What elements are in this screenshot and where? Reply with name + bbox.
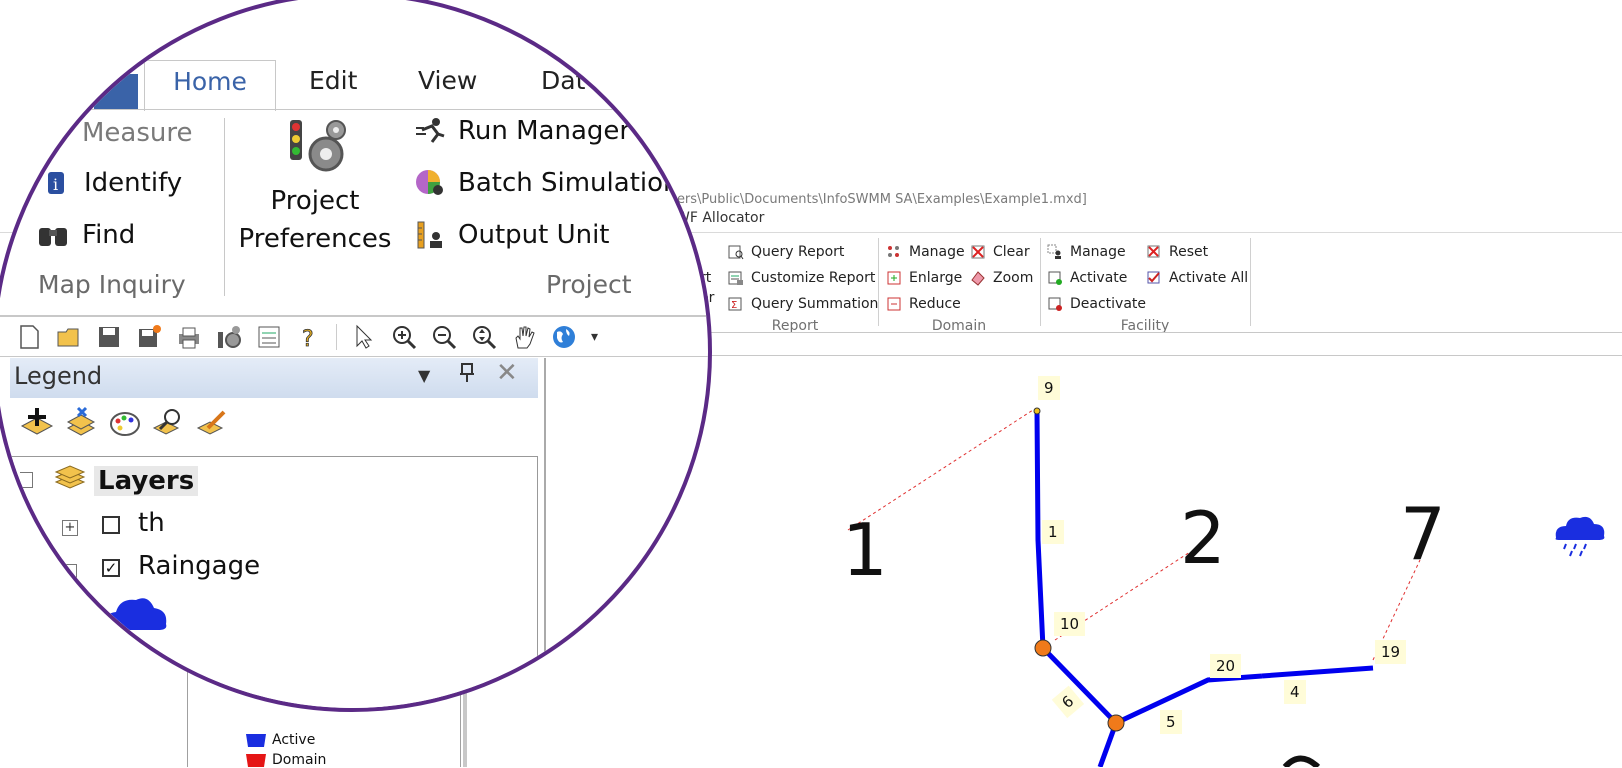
tab-strip-divider — [0, 109, 708, 110]
run-manager-label: Run Manager — [458, 116, 631, 146]
junction-10 — [1034, 639, 1052, 657]
layer-th-expand-toggle[interactable]: + — [62, 520, 78, 536]
node-label-20[interactable]: 20 — [1210, 654, 1242, 678]
print-icon[interactable] — [176, 324, 202, 350]
subcatchment-label-7[interactable]: 7 — [1400, 492, 1446, 576]
properties-icon[interactable] — [216, 324, 242, 350]
subcatchment-partial-label — [1282, 755, 1321, 767]
svg-text:?: ? — [302, 327, 314, 350]
layer-edit-icon[interactable] — [196, 406, 240, 444]
report-icon[interactable] — [256, 324, 282, 350]
layers-collapse-toggle[interactable] — [20, 472, 33, 488]
group-separator — [224, 118, 225, 296]
save-as-icon[interactable] — [136, 324, 162, 350]
active-facility-icon — [246, 734, 266, 747]
tab-home[interactable]: Home — [144, 60, 276, 111]
batch-simulation-button[interactable]: Batch Simulation — [414, 168, 680, 198]
standard-toolbar: ? ▾ — [16, 324, 598, 353]
layer-search-icon[interactable] — [152, 406, 196, 444]
output-unit-icon — [417, 221, 442, 249]
legend-splitter[interactable] — [544, 358, 546, 708]
layer-tree — [10, 456, 538, 708]
subcatchment-label-1[interactable]: 1 — [842, 508, 888, 592]
link-label-5[interactable]: 5 — [1160, 710, 1182, 734]
layer-raingage-label[interactable]: Raingage — [138, 551, 260, 581]
add-layer-icon[interactable] — [20, 406, 64, 444]
tab-data[interactable]: Dat — [541, 66, 585, 95]
legend-active-label: Active — [272, 732, 316, 748]
layer-raingage-collapse-toggle[interactable] — [62, 564, 77, 580]
zoom-extent-icon[interactable] — [471, 324, 497, 350]
find-button[interactable]: Find — [36, 220, 135, 250]
legend-close-icon[interactable]: ✕ — [496, 358, 518, 388]
layers-root-label[interactable]: Layers — [94, 466, 199, 496]
legend-dropdown-icon[interactable]: ▼ — [418, 366, 430, 385]
node-label-9[interactable]: 9 — [1038, 376, 1060, 400]
find-label: Find — [82, 220, 136, 250]
run-manager-icon — [416, 118, 445, 143]
new-file-icon[interactable] — [16, 324, 42, 350]
identify-icon: i — [48, 172, 64, 194]
conduit-4 — [1261, 665, 1374, 679]
tab-home-label: Home — [173, 67, 247, 96]
junction-outlet — [1107, 714, 1125, 732]
toolbar-divider — [0, 356, 708, 357]
batch-simulation-label: Batch Simulation — [458, 168, 680, 198]
help-icon[interactable]: ? — [296, 324, 322, 353]
measure-label: Measure — [82, 118, 193, 148]
batch-simulation-icon — [416, 170, 443, 195]
project-preferences-label-1: Project — [270, 186, 360, 216]
binoculars-icon — [39, 228, 67, 246]
node-label-10[interactable]: 10 — [1054, 612, 1086, 636]
project-preferences-button[interactable]: Project Preferences — [238, 182, 392, 258]
layer-th-label[interactable]: th — [138, 508, 165, 538]
file-tab[interactable] — [94, 74, 138, 110]
node-label-19[interactable]: 19 — [1375, 640, 1407, 664]
raingage-legend-symbol — [100, 594, 170, 638]
magnified-view: Home Edit View Dat Measure i Identify Fi… — [0, 0, 712, 712]
layers-group-icon — [54, 464, 86, 496]
legend-domain-label: Domain — [272, 752, 327, 768]
layer-th-checkbox[interactable] — [102, 516, 120, 534]
tab-view[interactable]: View — [418, 66, 477, 95]
toolbar-separator — [336, 324, 337, 350]
svg-text:i: i — [53, 175, 58, 194]
select-pointer-icon[interactable] — [351, 324, 377, 350]
pan-hand-icon[interactable] — [511, 324, 537, 350]
legend-active-item: Active — [244, 732, 315, 748]
remove-layer-icon[interactable] — [64, 406, 108, 444]
open-folder-icon[interactable] — [56, 324, 82, 350]
run-manager-button[interactable]: Run Manager — [414, 116, 630, 146]
toolbar-overflow-icon[interactable]: ▾ — [591, 329, 598, 345]
globe-icon[interactable] — [551, 324, 577, 350]
domain-facility-icon — [246, 754, 266, 767]
measure-button[interactable]: Measure — [82, 118, 193, 148]
conduit-6 — [1041, 646, 1118, 725]
legend-toolbar — [20, 406, 240, 444]
raingage-icon[interactable] — [1550, 512, 1608, 558]
zoom-out-icon[interactable] — [431, 324, 457, 350]
project-preferences-icon — [288, 118, 352, 184]
zoom-in-icon[interactable] — [391, 324, 417, 350]
layer-raingage-checkbox[interactable]: ✓ — [102, 559, 120, 577]
palette-icon[interactable] — [108, 406, 152, 444]
identify-label: Identify — [84, 168, 183, 198]
link-label-4[interactable]: 4 — [1284, 680, 1306, 704]
output-unit-button[interactable]: Output Unit — [414, 220, 610, 250]
save-icon[interactable] — [96, 324, 122, 350]
project-group-label: Project — [546, 270, 632, 299]
identify-button[interactable]: i Identify — [40, 168, 182, 198]
legend-domain-item: Domain — [244, 752, 326, 768]
conduit-5 — [1114, 673, 1263, 726]
project-preferences-label-2: Preferences — [238, 224, 392, 254]
map-inquiry-group-label: Map Inquiry — [38, 270, 186, 299]
ribbon-divider — [0, 315, 708, 317]
junction-9 — [1033, 407, 1041, 415]
legend-title: Legend — [14, 362, 103, 390]
subcatchment-label-2[interactable]: 2 — [1180, 496, 1226, 580]
link-label-1[interactable]: 1 — [1042, 520, 1064, 544]
tab-edit[interactable]: Edit — [309, 66, 357, 95]
output-unit-label: Output Unit — [458, 220, 610, 250]
legend-pin-icon[interactable] — [458, 362, 476, 389]
